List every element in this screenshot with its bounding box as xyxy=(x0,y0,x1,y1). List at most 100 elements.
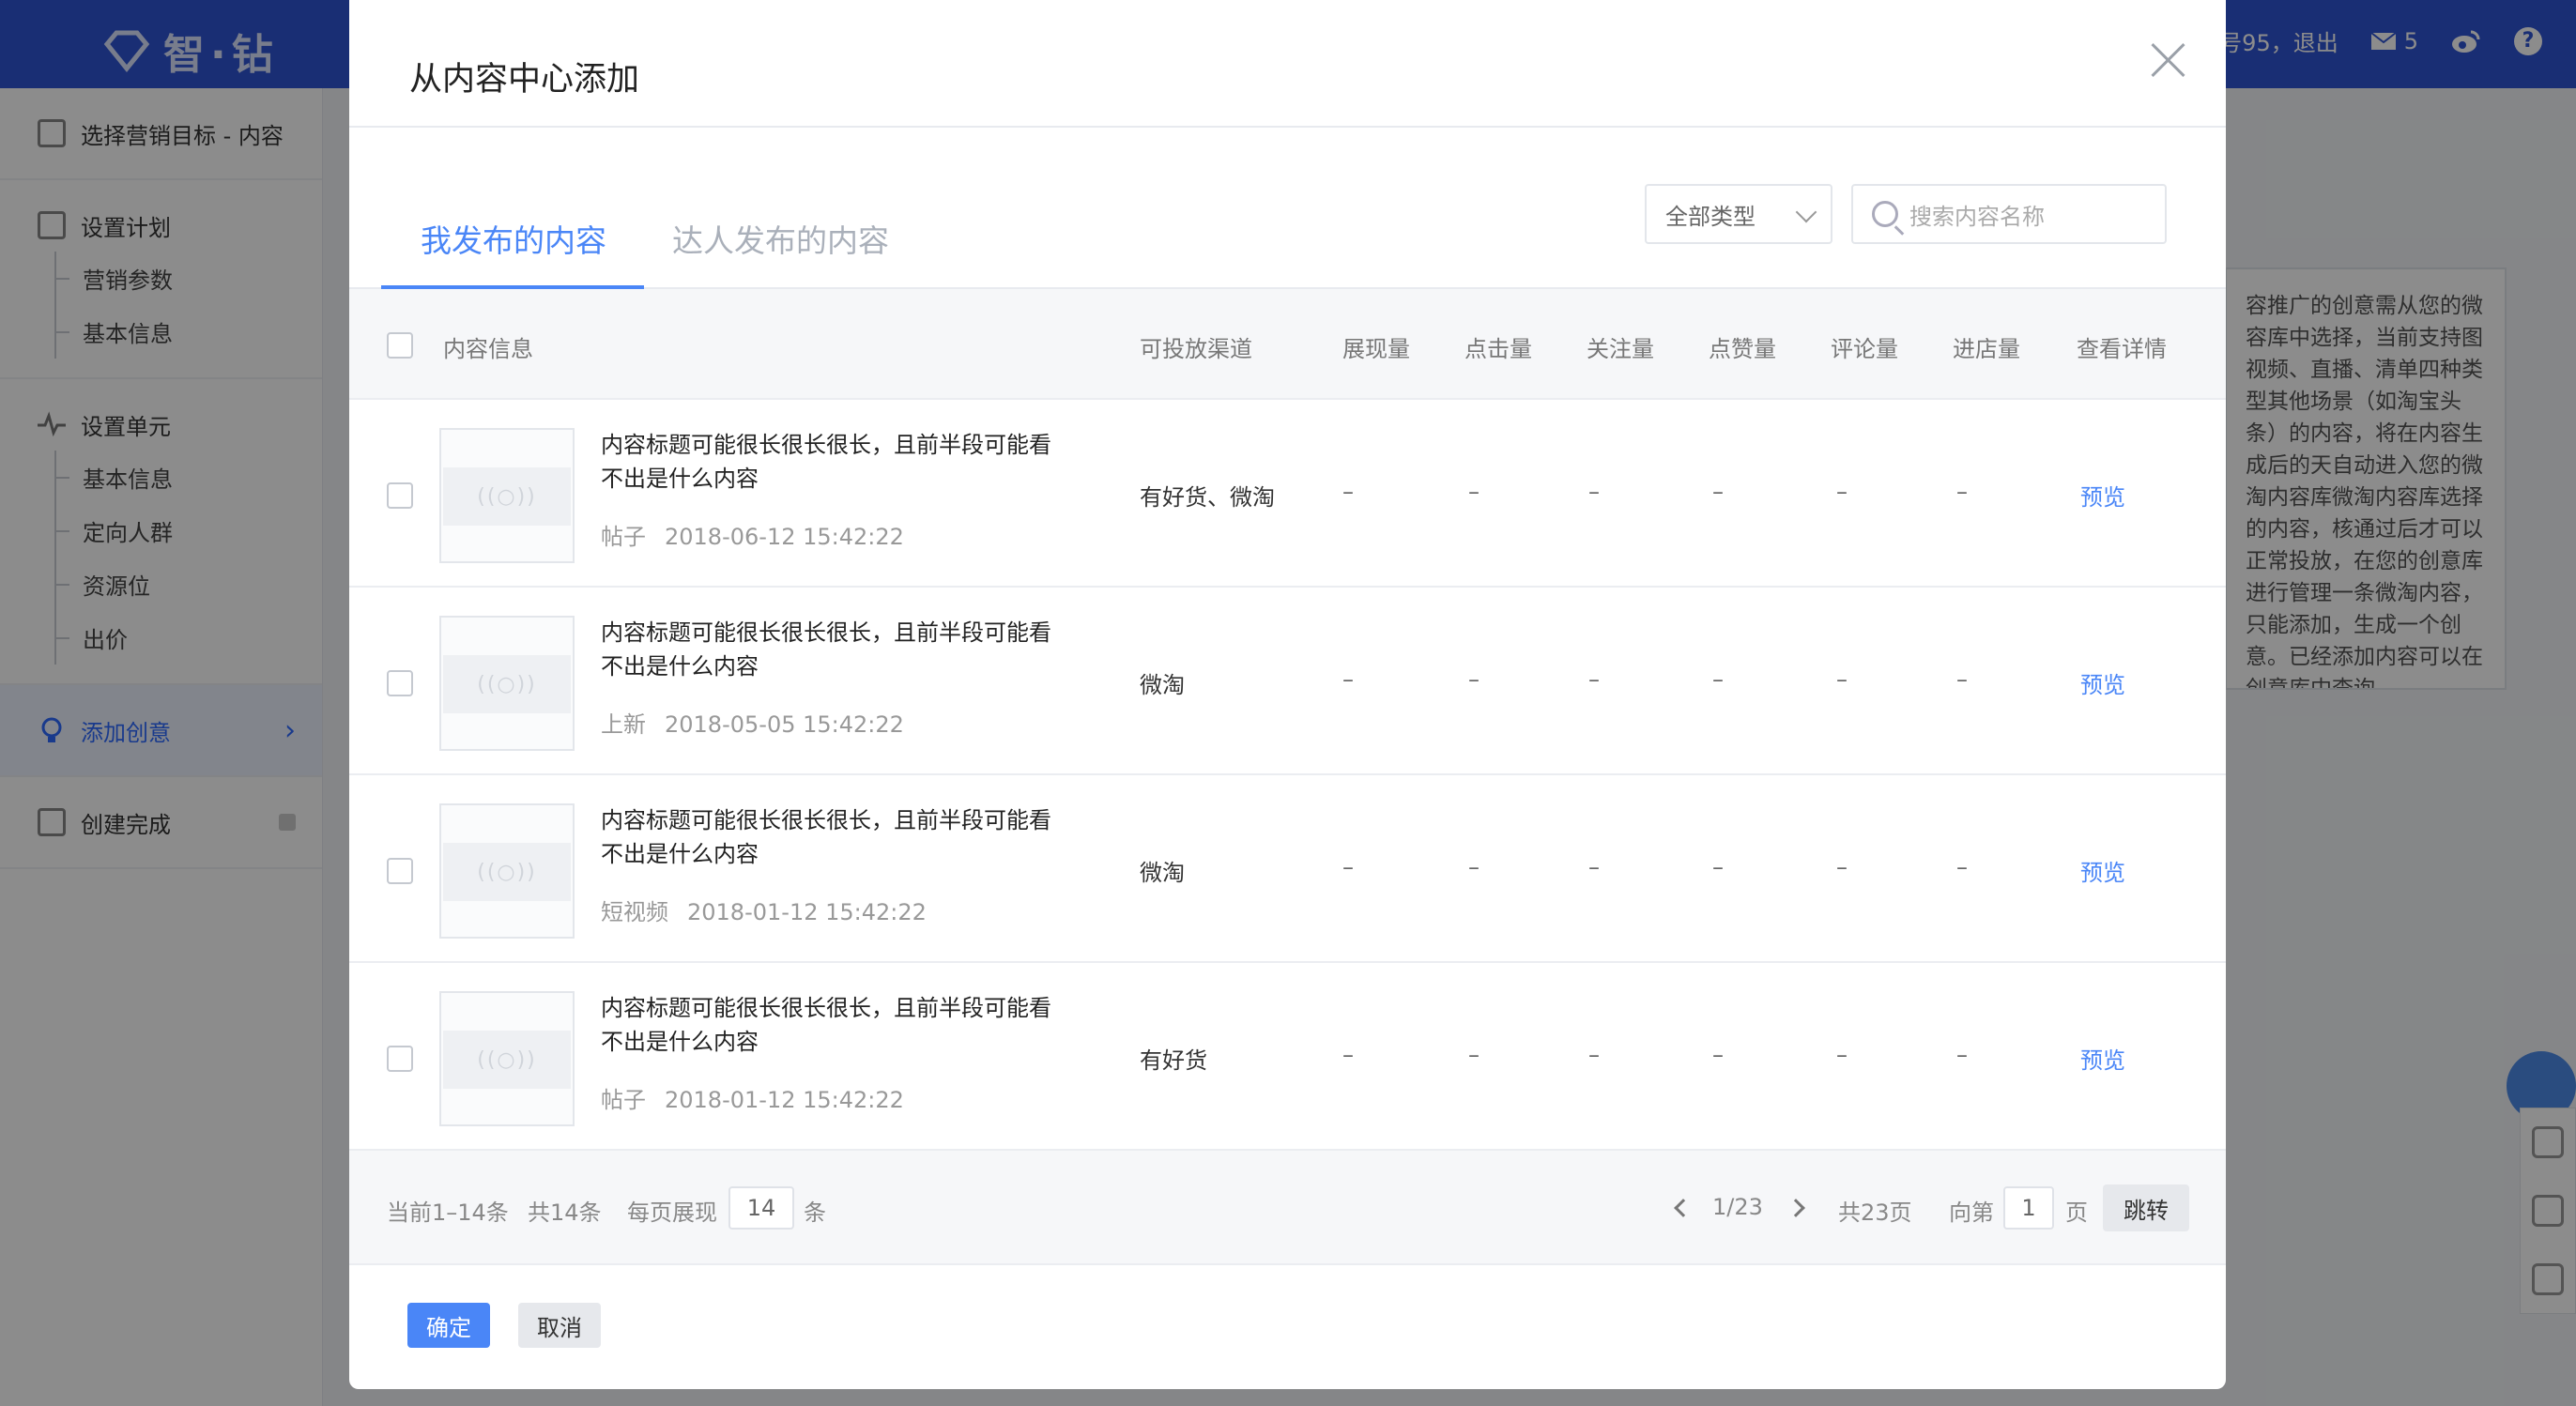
likes-cell: – xyxy=(1712,1042,1724,1068)
content-meta: 短视频 2018-01-12 15:42:22 xyxy=(601,894,927,926)
impressions-cell: – xyxy=(1342,479,1354,505)
col-comments: 评论量 xyxy=(1831,336,1898,362)
pages-total: 共23页 xyxy=(1838,1200,1912,1226)
cancel-button[interactable]: 取消 xyxy=(518,1303,601,1348)
search-placeholder: 搜索内容名称 xyxy=(1909,203,2045,230)
row-checkbox[interactable] xyxy=(387,482,413,509)
content-thumbnail: ((○)) xyxy=(439,616,575,751)
tabs-row: 我发布的内容 达人发布的内容 全部类型 搜索内容名称 xyxy=(349,128,2226,289)
placeholder-image-icon: ((○)) xyxy=(443,655,571,713)
content-time: 2018-05-05 15:42:22 xyxy=(665,711,904,738)
placeholder-image-icon: ((○)) xyxy=(443,467,571,526)
select-all-checkbox[interactable] xyxy=(387,332,413,359)
preview-link[interactable]: 预览 xyxy=(2080,479,2125,512)
channel-cell: 有好货 xyxy=(1140,1047,1207,1074)
per-page-unit: 条 xyxy=(804,1200,826,1226)
preview-link[interactable]: 预览 xyxy=(2080,666,2125,699)
table-row: ((○)) 内容标题可能很长很长很长，且前半段可能看不出是什么内容 短视频 201… xyxy=(349,775,2226,963)
follows-cell: – xyxy=(1588,1042,1600,1068)
type-select[interactable]: 全部类型 xyxy=(1645,184,1832,244)
col-channel: 可投放渠道 xyxy=(1140,336,1252,362)
col-impressions: 展现量 xyxy=(1342,336,1410,362)
content-thumbnail: ((○)) xyxy=(439,991,575,1126)
comments-cell: – xyxy=(1836,666,1848,693)
col-follows: 关注量 xyxy=(1587,336,1654,362)
page-size-input[interactable]: 14 xyxy=(728,1186,794,1230)
comments-cell: – xyxy=(1836,854,1848,880)
modal-header: 从内容中心添加 xyxy=(349,0,2226,128)
visits-cell: – xyxy=(1956,1042,1968,1068)
impressions-cell: – xyxy=(1342,854,1354,880)
clicks-cell: – xyxy=(1468,666,1480,693)
col-clicks: 点击量 xyxy=(1464,336,1532,362)
table-row: ((○)) 内容标题可能很长很长很长，且前半段可能看不出是什么内容 帖子 2018… xyxy=(349,400,2226,588)
content-time: 2018-01-12 15:42:22 xyxy=(665,1087,904,1113)
chevron-down-icon xyxy=(1795,201,1817,223)
goto-page-input[interactable]: 1 xyxy=(2003,1186,2054,1230)
tab-influencer-content[interactable]: 达人发布的内容 xyxy=(672,216,889,261)
visits-cell: – xyxy=(1956,666,1968,693)
col-visits: 进店量 xyxy=(1953,336,2020,362)
modal-title: 从内容中心添加 xyxy=(409,61,640,99)
jump-button[interactable]: 跳转 xyxy=(2103,1184,2189,1231)
total-text: 共14条 xyxy=(528,1200,602,1226)
row-checkbox[interactable] xyxy=(387,1046,413,1072)
likes-cell: – xyxy=(1712,666,1724,693)
next-page-icon[interactable] xyxy=(1786,1199,1805,1217)
prev-page-icon[interactable] xyxy=(1674,1199,1693,1217)
preview-link[interactable]: 预览 xyxy=(2080,854,2125,887)
content-type: 上新 xyxy=(601,711,646,738)
col-content-info: 内容信息 xyxy=(443,336,533,362)
clicks-cell: – xyxy=(1468,854,1480,880)
table-row: ((○)) 内容标题可能很长很长很长，且前半段可能看不出是什么内容 上新 2018… xyxy=(349,588,2226,775)
channel-cell: 微淘 xyxy=(1140,860,1185,886)
comments-cell: – xyxy=(1836,479,1848,505)
content-type: 短视频 xyxy=(601,899,668,925)
content-meta: 帖子 2018-06-12 15:42:22 xyxy=(601,518,904,551)
content-meta: 帖子 2018-01-12 15:42:22 xyxy=(601,1081,904,1114)
content-center-modal: 从内容中心添加 我发布的内容 达人发布的内容 全部类型 搜索内容名称 内容信息 … xyxy=(349,0,2226,1389)
preview-link[interactable]: 预览 xyxy=(2080,1042,2125,1075)
channel-cell: 有好货、微淘 xyxy=(1140,484,1275,511)
comments-cell: – xyxy=(1836,1042,1848,1068)
goto-unit: 页 xyxy=(2065,1200,2088,1226)
confirm-button[interactable]: 确定 xyxy=(407,1303,490,1348)
content-type: 帖子 xyxy=(601,524,646,550)
content-title: 内容标题可能很长很长很长，且前半段可能看不出是什么内容 xyxy=(601,619,1051,680)
tab-my-content[interactable]: 我发布的内容 xyxy=(421,216,606,261)
table-row: ((○)) 内容标题可能很长很长很长，且前半段可能看不出是什么内容 帖子 2018… xyxy=(349,963,2226,1151)
likes-cell: – xyxy=(1712,479,1724,505)
content-title: 内容标题可能很长很长很长，且前半段可能看不出是什么内容 xyxy=(601,995,1051,1055)
range-text: 当前1–14条 xyxy=(387,1200,509,1226)
row-checkbox[interactable] xyxy=(387,858,413,884)
row-checkbox[interactable] xyxy=(387,670,413,696)
pagination-bar: 当前1–14条 共14条 每页展现 14 条 1/23 共23页 向第 1 页 … xyxy=(349,1151,2226,1265)
follows-cell: – xyxy=(1588,666,1600,693)
search-icon xyxy=(1872,201,1898,227)
channel-cell: 微淘 xyxy=(1140,672,1185,698)
clicks-cell: – xyxy=(1468,479,1480,505)
impressions-cell: – xyxy=(1342,666,1354,693)
placeholder-image-icon: ((○)) xyxy=(443,843,571,901)
content-title: 内容标题可能很长很长很长，且前半段可能看不出是什么内容 xyxy=(601,807,1051,867)
content-type: 帖子 xyxy=(601,1087,646,1113)
impressions-cell: – xyxy=(1342,1042,1354,1068)
clicks-cell: – xyxy=(1468,1042,1480,1068)
col-likes: 点赞量 xyxy=(1709,336,1776,362)
content-title: 内容标题可能很长很长很长，且前半段可能看不出是什么内容 xyxy=(601,432,1051,492)
current-page: 1/23 xyxy=(1712,1194,1763,1220)
type-select-value: 全部类型 xyxy=(1665,203,1756,230)
close-icon[interactable] xyxy=(2149,41,2186,79)
visits-cell: – xyxy=(1956,854,1968,880)
follows-cell: – xyxy=(1588,854,1600,880)
likes-cell: – xyxy=(1712,854,1724,880)
col-detail: 查看详情 xyxy=(2077,336,2167,362)
table-header: 内容信息 可投放渠道 展现量 点击量 关注量 点赞量 评论量 进店量 查看详情 xyxy=(349,289,2226,400)
visits-cell: – xyxy=(1956,479,1968,505)
content-thumbnail: ((○)) xyxy=(439,428,575,563)
content-time: 2018-06-12 15:42:22 xyxy=(665,524,904,550)
follows-cell: – xyxy=(1588,479,1600,505)
search-input[interactable]: 搜索内容名称 xyxy=(1851,184,2167,244)
placeholder-image-icon: ((○)) xyxy=(443,1031,571,1089)
content-thumbnail: ((○)) xyxy=(439,803,575,939)
